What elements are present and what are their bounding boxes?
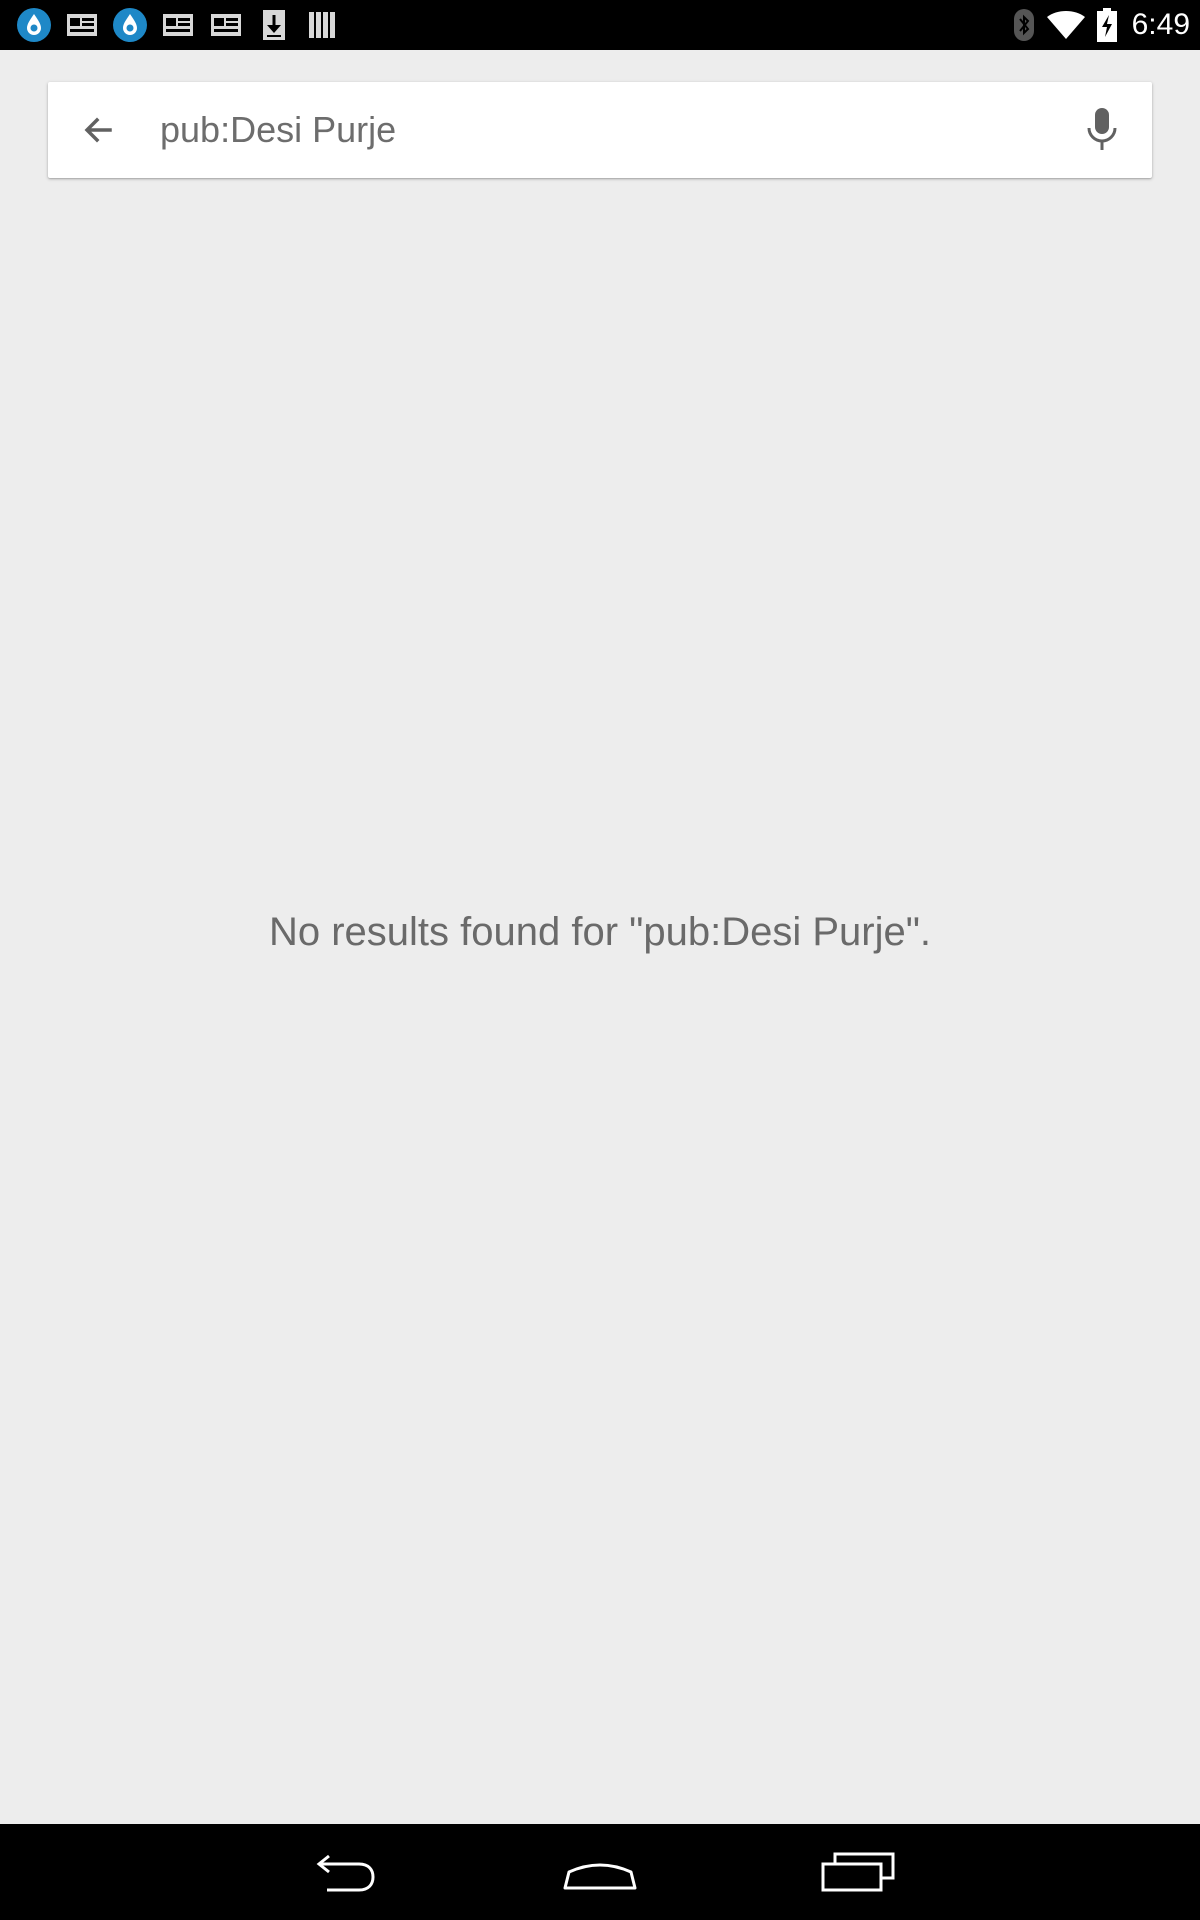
- search-input[interactable]: pub:Desi Purje: [160, 82, 396, 178]
- nav-recents-button[interactable]: [808, 1842, 908, 1902]
- home-icon: [563, 1863, 637, 1890]
- news-icon: [163, 14, 193, 36]
- recents-icon: [821, 1852, 895, 1892]
- microphone-icon: [1087, 108, 1117, 150]
- nav-home-button[interactable]: [550, 1842, 650, 1902]
- voice-search-button[interactable]: [1078, 102, 1126, 158]
- arrow-back-icon: [84, 117, 112, 143]
- nav-back-button[interactable]: [293, 1842, 393, 1902]
- battery-charging-icon: [1096, 8, 1117, 42]
- app-drop-icon: [113, 8, 147, 42]
- download-icon: [263, 10, 285, 40]
- navigation-bar: [0, 1824, 1200, 1920]
- search-bar: pub:Desi Purje: [48, 82, 1152, 178]
- back-icon: [316, 1854, 375, 1892]
- news-icon: [67, 14, 97, 36]
- news-icon: [211, 14, 241, 36]
- back-button[interactable]: [74, 106, 122, 154]
- app-drop-icon: [17, 8, 51, 42]
- status-bar: 6:49: [0, 0, 1200, 50]
- library-icon: [309, 12, 335, 38]
- wifi-icon: [1046, 11, 1085, 39]
- bluetooth-icon: [1013, 9, 1034, 41]
- system-icons: 6:49: [1012, 0, 1190, 50]
- notification-icons: [16, 7, 352, 43]
- clock: 6:49: [1131, 8, 1190, 41]
- no-results-message: No results found for "pub:Desi Purje".: [268, 910, 932, 954]
